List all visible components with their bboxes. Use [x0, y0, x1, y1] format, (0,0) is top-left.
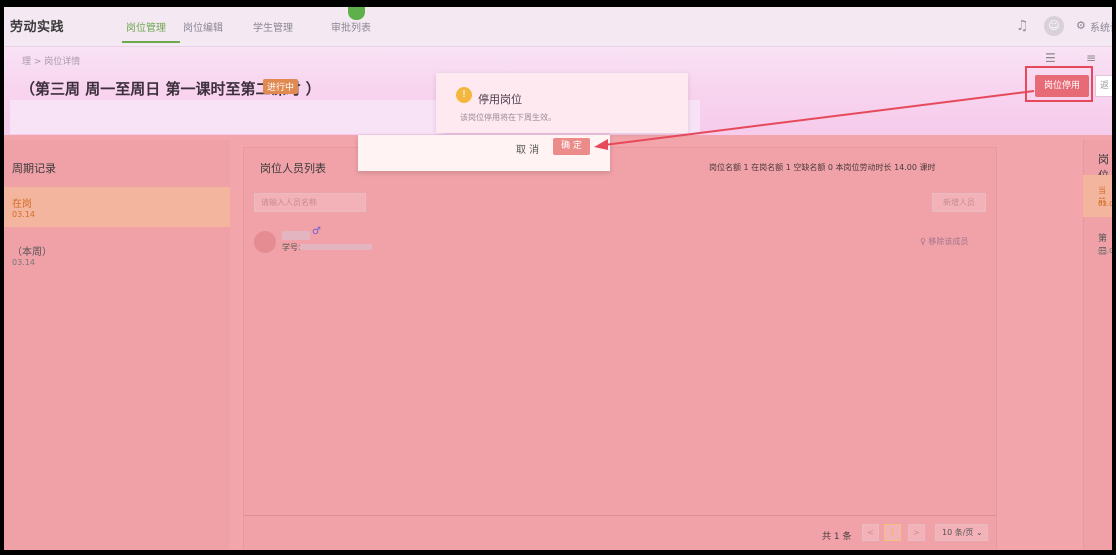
member-name-blurred [282, 231, 310, 240]
member-search-input[interactable]: 请输入人员名称 [254, 193, 366, 212]
tab-approval-list[interactable]: 审批列表 [331, 19, 371, 34]
remove-member-label: 移除该成员 [928, 237, 969, 246]
next-page-button[interactable]: > [908, 524, 925, 541]
warning-icon: ! [456, 87, 472, 103]
system-settings-link[interactable]: 系统设 [1090, 19, 1112, 34]
page-size-select[interactable]: 10 条/页 ⌄ [935, 524, 988, 541]
member-avatar [254, 231, 276, 253]
confirm-button[interactable]: 确 定 [553, 138, 590, 155]
brand-logo: 劳动实践 [10, 20, 65, 35]
chevron-down-icon: ⌄ [973, 528, 983, 537]
tab-student-management[interactable]: 学生管理 [253, 19, 293, 34]
cycle-record-title: 周期记录 [12, 162, 56, 175]
tab-post-management[interactable]: 岗位管理 [126, 19, 166, 34]
post-side-item-date: 03.08 [1098, 200, 1114, 208]
menu-icon[interactable]: ≡ [1086, 51, 1096, 65]
cycle-item-selected[interactable] [4, 187, 230, 227]
remove-member-button[interactable]: ♀ 移除该成员 [920, 236, 968, 247]
post-stats: 岗位名额 1 在岗名额 1 空缺名额 0 本岗位劳动时长 14.00 课时 [709, 163, 936, 172]
cancel-button[interactable]: 取 消 [516, 141, 539, 156]
add-member-button[interactable]: 新增人员 [932, 193, 986, 212]
member-list-title: 岗位人员列表 [260, 162, 326, 175]
divider [243, 515, 997, 516]
male-icon: ♂ [312, 226, 321, 237]
header-band [10, 100, 444, 134]
cycle-item-name: 在岗 [12, 199, 32, 210]
prev-page-button[interactable]: < [862, 524, 879, 541]
bell-icon[interactable]: ♫ [1016, 18, 1029, 34]
pagination-total: 共 1 条 [822, 532, 852, 542]
active-tab-indicator [122, 41, 180, 43]
back-button[interactable]: 返 [1095, 75, 1112, 97]
list-icon[interactable]: ☰ [1045, 51, 1056, 65]
member-id-blurred [300, 244, 372, 250]
tab-post-edit[interactable]: 岗位编辑 [183, 19, 223, 34]
status-badge: 进行中 [263, 79, 299, 94]
gear-icon[interactable]: ⚙ [1076, 19, 1086, 32]
page-number[interactable]: 1 [884, 524, 901, 541]
popover-text: 该岗位停用将在下周生效。 [460, 113, 556, 122]
post-side-item-date: 03.08 [1098, 247, 1114, 255]
cycle-item-date: 03.14 [12, 258, 35, 267]
app-window: 劳动实践 岗位管理 岗位编辑 学生管理 审批列表 ♫ ☺ ⚙ 系统设 理 > 岗… [0, 0, 1116, 555]
breadcrumb[interactable]: 理 > 岗位详情 [22, 54, 80, 67]
avatar-icon[interactable]: ☺ [1044, 16, 1064, 36]
popover-title: 停用岗位 [478, 93, 522, 106]
cycle-item-name[interactable]: （本周） [12, 243, 52, 258]
annotation-arrow [594, 90, 1034, 150]
top-nav: 劳动实践 岗位管理 岗位编辑 学生管理 审批列表 ♫ ☺ ⚙ 系统设 [4, 7, 1112, 47]
page-size-value: 10 条/页 [942, 528, 974, 537]
highlight-box [1025, 66, 1093, 102]
cycle-item-date: 03.14 [12, 210, 35, 219]
